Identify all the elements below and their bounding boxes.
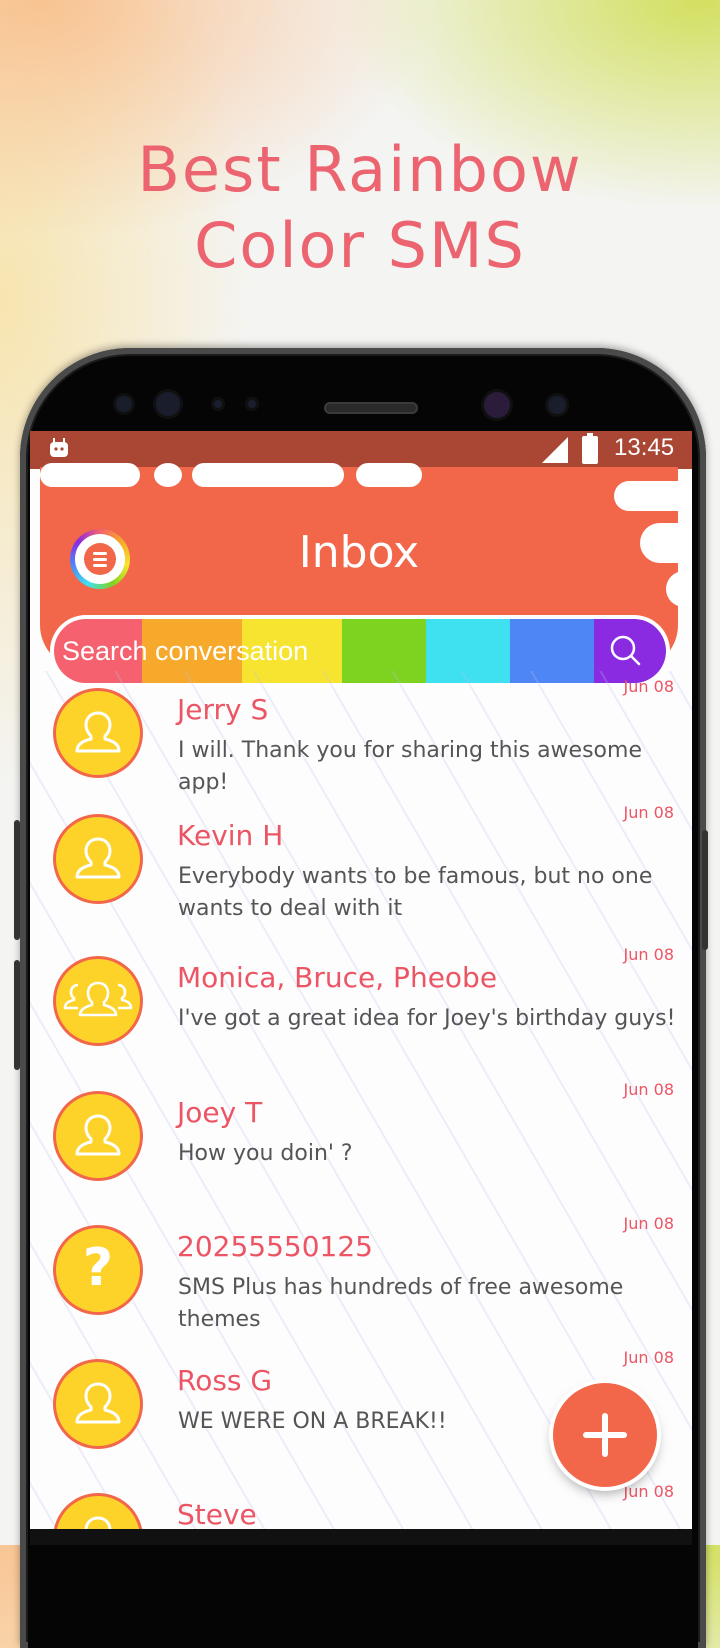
status-time: 13:45 bbox=[614, 434, 675, 461]
header-drip bbox=[614, 481, 692, 511]
unknown-contact-icon: ? bbox=[82, 1238, 114, 1298]
conversation-item[interactable]: ? 20255550125 SMS Plus has hundreds of fre… bbox=[30, 1208, 692, 1342]
message-date: Jun 08 bbox=[623, 1348, 674, 1367]
battery-charging-icon bbox=[582, 433, 598, 464]
contact-name: Kevin H bbox=[177, 819, 284, 852]
message-preview: I will. Thank you for sharing this aweso… bbox=[178, 738, 642, 795]
person-icon bbox=[75, 1114, 121, 1156]
person-icon bbox=[75, 711, 121, 753]
phone-side-button bbox=[14, 820, 20, 940]
message-date: Jun 08 bbox=[623, 1080, 674, 1099]
message-date: Jun 08 bbox=[623, 1214, 674, 1233]
promo-line-2: Color SMS bbox=[194, 209, 526, 282]
phone-side-button bbox=[14, 960, 20, 1070]
contact-name: 20255550125 bbox=[177, 1230, 373, 1263]
group-icon bbox=[63, 981, 133, 1017]
search-icon[interactable] bbox=[606, 631, 646, 671]
phone-bottom-edge bbox=[30, 1529, 692, 1545]
message-preview: How you doin' ? bbox=[178, 1141, 353, 1166]
page-title: Inbox bbox=[298, 527, 420, 578]
contact-avatar[interactable] bbox=[56, 959, 140, 1043]
contact-name: Ross G bbox=[177, 1364, 273, 1397]
contact-avatar[interactable]: ? bbox=[56, 1228, 140, 1312]
message-date: Jun 08 bbox=[623, 945, 674, 964]
contact-avatar[interactable] bbox=[56, 1094, 140, 1178]
contact-avatar[interactable] bbox=[56, 1496, 140, 1529]
contact-name: Monica, Bruce, Pheobe bbox=[177, 961, 498, 994]
person-icon bbox=[75, 837, 121, 879]
contact-name: Steve bbox=[177, 1498, 257, 1529]
message-date: Jun 08 bbox=[623, 803, 674, 822]
conversation-item[interactable]: Joey T How you doin' ? Jun 08 bbox=[30, 1074, 692, 1208]
sensor-icon bbox=[248, 400, 256, 408]
new-message-button[interactable] bbox=[553, 1383, 657, 1487]
message-preview: SMS Plus has hundreds of free awesome th… bbox=[178, 1275, 624, 1332]
message-preview: I've got a great idea for Joey's birthda… bbox=[178, 1006, 676, 1031]
message-date: Jun 08 bbox=[623, 677, 674, 696]
person-icon bbox=[75, 1382, 121, 1424]
phone-side-button bbox=[702, 830, 708, 950]
earpiece-speaker bbox=[324, 402, 418, 414]
contact-avatar[interactable] bbox=[56, 1362, 140, 1446]
header-drip bbox=[154, 463, 182, 487]
conversation-item[interactable]: Kevin H Everybody wants to be famous, but… bbox=[30, 797, 692, 931]
contact-avatar[interactable] bbox=[56, 817, 140, 901]
plus-icon-vertical bbox=[602, 1413, 608, 1457]
contact-avatar[interactable] bbox=[56, 691, 140, 775]
app-header: Inbox bbox=[40, 463, 692, 687]
contact-name: Jerry S bbox=[177, 693, 269, 726]
header-drip bbox=[192, 463, 344, 487]
conversation-item[interactable]: Jerry S I will. Thank you for sharing thi… bbox=[30, 671, 692, 805]
sensor-icon bbox=[214, 400, 222, 408]
contact-name: Joey T bbox=[177, 1096, 263, 1129]
person-icon bbox=[84, 1516, 112, 1529]
front-camera-icon bbox=[116, 396, 132, 412]
header-drip bbox=[356, 463, 422, 487]
conversation-item[interactable]: Monica, Bruce, Pheobe I've got a great id… bbox=[30, 939, 692, 1073]
sensor-icon bbox=[548, 396, 566, 414]
app-screen: 13:45 Inbox Search conversation Jerry S … bbox=[30, 431, 692, 1529]
header-drip bbox=[40, 463, 140, 487]
message-date: Jun 08 bbox=[623, 1482, 674, 1501]
signal-icon bbox=[542, 437, 568, 463]
android-notification-icon bbox=[50, 438, 68, 457]
iris-scanner-icon bbox=[484, 392, 510, 418]
promo-headline: Best Rainbow Color SMS bbox=[0, 132, 720, 284]
message-preview: Everybody wants to be famous, but no one… bbox=[178, 864, 653, 921]
front-camera-icon bbox=[156, 392, 180, 416]
promo-line-1: Best Rainbow bbox=[137, 133, 583, 206]
